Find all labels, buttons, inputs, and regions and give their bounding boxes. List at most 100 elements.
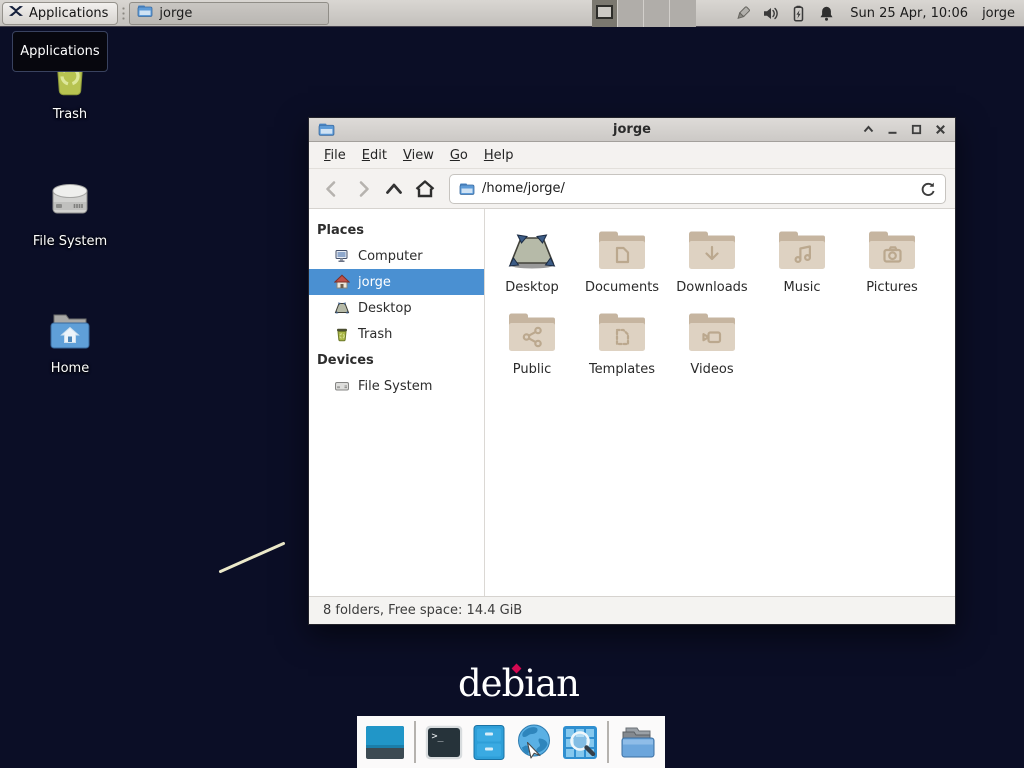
window-title: jorge	[309, 122, 955, 137]
path-bar[interactable]: /home/jorge/	[449, 174, 946, 204]
volume-icon[interactable]	[762, 5, 779, 22]
file-manager-window: jorge FileEditViewGoHelp /home/jorge/	[308, 117, 956, 625]
dock-separator	[414, 721, 416, 763]
file-item-public[interactable]: Public	[487, 311, 577, 377]
desktop-icon-column: Trash File System Home	[22, 44, 118, 425]
trash-small-icon	[334, 326, 350, 342]
dock-web-browser-button[interactable]	[515, 723, 553, 761]
battery-icon[interactable]	[790, 5, 807, 22]
taskbar-window-button[interactable]: jorge	[129, 2, 329, 25]
sidebar: Places Computer jorge Desktop Trash DevicesFi…	[309, 209, 485, 596]
reload-icon[interactable]	[919, 180, 936, 197]
desktop-icon-label: Home	[51, 361, 89, 376]
home-button[interactable]	[411, 176, 439, 202]
file-item-label: Desktop	[505, 280, 559, 295]
drive-small-icon	[334, 378, 350, 394]
notifications-icon[interactable]	[818, 5, 835, 22]
applications-menu-button[interactable]: Applications	[2, 2, 118, 25]
statusbar-text: 8 folders, Free space: 14.4 GiB	[323, 603, 522, 618]
sidebar-header-places: Places	[309, 217, 484, 243]
menu-go[interactable]: Go	[442, 144, 476, 167]
statusbar: 8 folders, Free space: 14.4 GiB	[309, 596, 955, 624]
desktop-icon-filesystem[interactable]: File System	[33, 171, 107, 249]
file-item-desktop[interactable]: Desktop	[487, 229, 577, 295]
pen-stroke-mark	[219, 541, 286, 573]
xfce-logo-icon	[8, 3, 24, 23]
folder-videos-icon	[686, 311, 738, 353]
filesystem-icon	[44, 171, 96, 227]
toolbar: /home/jorge/	[309, 169, 955, 209]
system-tray	[734, 5, 835, 22]
workspace-1[interactable]	[592, 0, 618, 27]
desktop-icon-home[interactable]: Home	[44, 298, 96, 376]
panel-user-label[interactable]: jorge	[982, 6, 1015, 21]
dock-app-finder-button[interactable]	[562, 725, 598, 760]
computer-icon	[334, 248, 350, 264]
dock-show-desktop-button[interactable]	[365, 725, 405, 760]
sidebar-header-devices: Devices	[309, 347, 484, 373]
path-text[interactable]: /home/jorge/	[482, 181, 565, 196]
home-small-icon	[334, 274, 350, 290]
menu-help[interactable]: Help	[476, 144, 522, 167]
up-button[interactable]	[380, 176, 408, 202]
desktop-small-icon	[334, 300, 350, 316]
minimize-button[interactable]	[887, 124, 898, 135]
workspace-3[interactable]	[644, 0, 670, 27]
sidebar-item-file-system[interactable]: File System	[309, 373, 484, 399]
file-item-label: Music	[784, 280, 821, 295]
file-item-label: Templates	[589, 362, 655, 377]
window-body: Places Computer jorge Desktop Trash DevicesFi…	[309, 209, 955, 596]
close-button[interactable]	[935, 124, 946, 135]
menu-edit[interactable]: Edit	[354, 144, 395, 167]
sidebar-item-label: Trash	[358, 327, 392, 342]
file-item-label: Downloads	[676, 280, 747, 295]
panel-handle[interactable]	[121, 5, 126, 22]
sidebar-item-jorge[interactable]: jorge	[309, 269, 484, 295]
desktop-special-icon	[506, 229, 558, 271]
path-folder-icon	[459, 182, 475, 196]
workspace-4[interactable]	[670, 0, 696, 27]
sidebar-item-label: Desktop	[358, 301, 412, 316]
dock-panel: >_	[357, 716, 665, 768]
workspace-switcher	[592, 0, 696, 27]
desktop-root: Applications jorge Sun 25 Apr, 10:06 jor…	[0, 0, 1024, 768]
window-controls	[863, 124, 946, 135]
home-icon	[44, 298, 96, 354]
pen-icon[interactable]	[734, 5, 751, 22]
window-folder-icon	[137, 4, 153, 22]
sidebar-item-label: Computer	[358, 249, 423, 264]
desktop-icon-label: Trash	[53, 107, 87, 122]
folder-public-icon	[506, 311, 558, 353]
applications-menu-label: Applications	[29, 6, 108, 21]
file-item-downloads[interactable]: Downloads	[667, 229, 757, 295]
folder-downloads-icon	[686, 229, 738, 271]
menu-file[interactable]: File	[316, 144, 354, 167]
file-item-videos[interactable]: Videos	[667, 311, 757, 377]
debian-wordmark: debian	[458, 662, 579, 705]
maximize-button[interactable]	[911, 124, 922, 135]
file-item-music[interactable]: Music	[757, 229, 847, 295]
panel-clock[interactable]: Sun 25 Apr, 10:06	[850, 6, 968, 21]
dock-file-manager-button[interactable]	[472, 724, 506, 761]
window-titlebar[interactable]: jorge	[309, 118, 955, 142]
folder-documents-icon	[596, 229, 648, 271]
file-item-templates[interactable]: Templates	[577, 311, 667, 377]
dock-separator	[607, 721, 609, 763]
shade-button[interactable]	[863, 124, 874, 135]
sidebar-item-desktop[interactable]: Desktop	[309, 295, 484, 321]
tooltip-text: Applications	[20, 44, 99, 59]
menu-view[interactable]: View	[395, 144, 442, 167]
file-item-label: Documents	[585, 280, 659, 295]
sidebar-item-trash[interactable]: Trash	[309, 321, 484, 347]
back-button[interactable]	[318, 176, 346, 202]
sidebar-item-computer[interactable]: Computer	[309, 243, 484, 269]
file-item-pictures[interactable]: Pictures	[847, 229, 937, 295]
file-item-documents[interactable]: Documents	[577, 229, 667, 295]
forward-button[interactable]	[349, 176, 377, 202]
sidebar-item-label: jorge	[358, 275, 391, 290]
workspace-2[interactable]	[618, 0, 644, 27]
dock-terminal-button[interactable]: >_	[425, 725, 463, 760]
applications-tooltip: Applications	[12, 31, 108, 72]
top-panel: Applications jorge Sun 25 Apr, 10:06 jor…	[0, 0, 1024, 27]
dock-file-folder-button[interactable]	[618, 724, 658, 760]
